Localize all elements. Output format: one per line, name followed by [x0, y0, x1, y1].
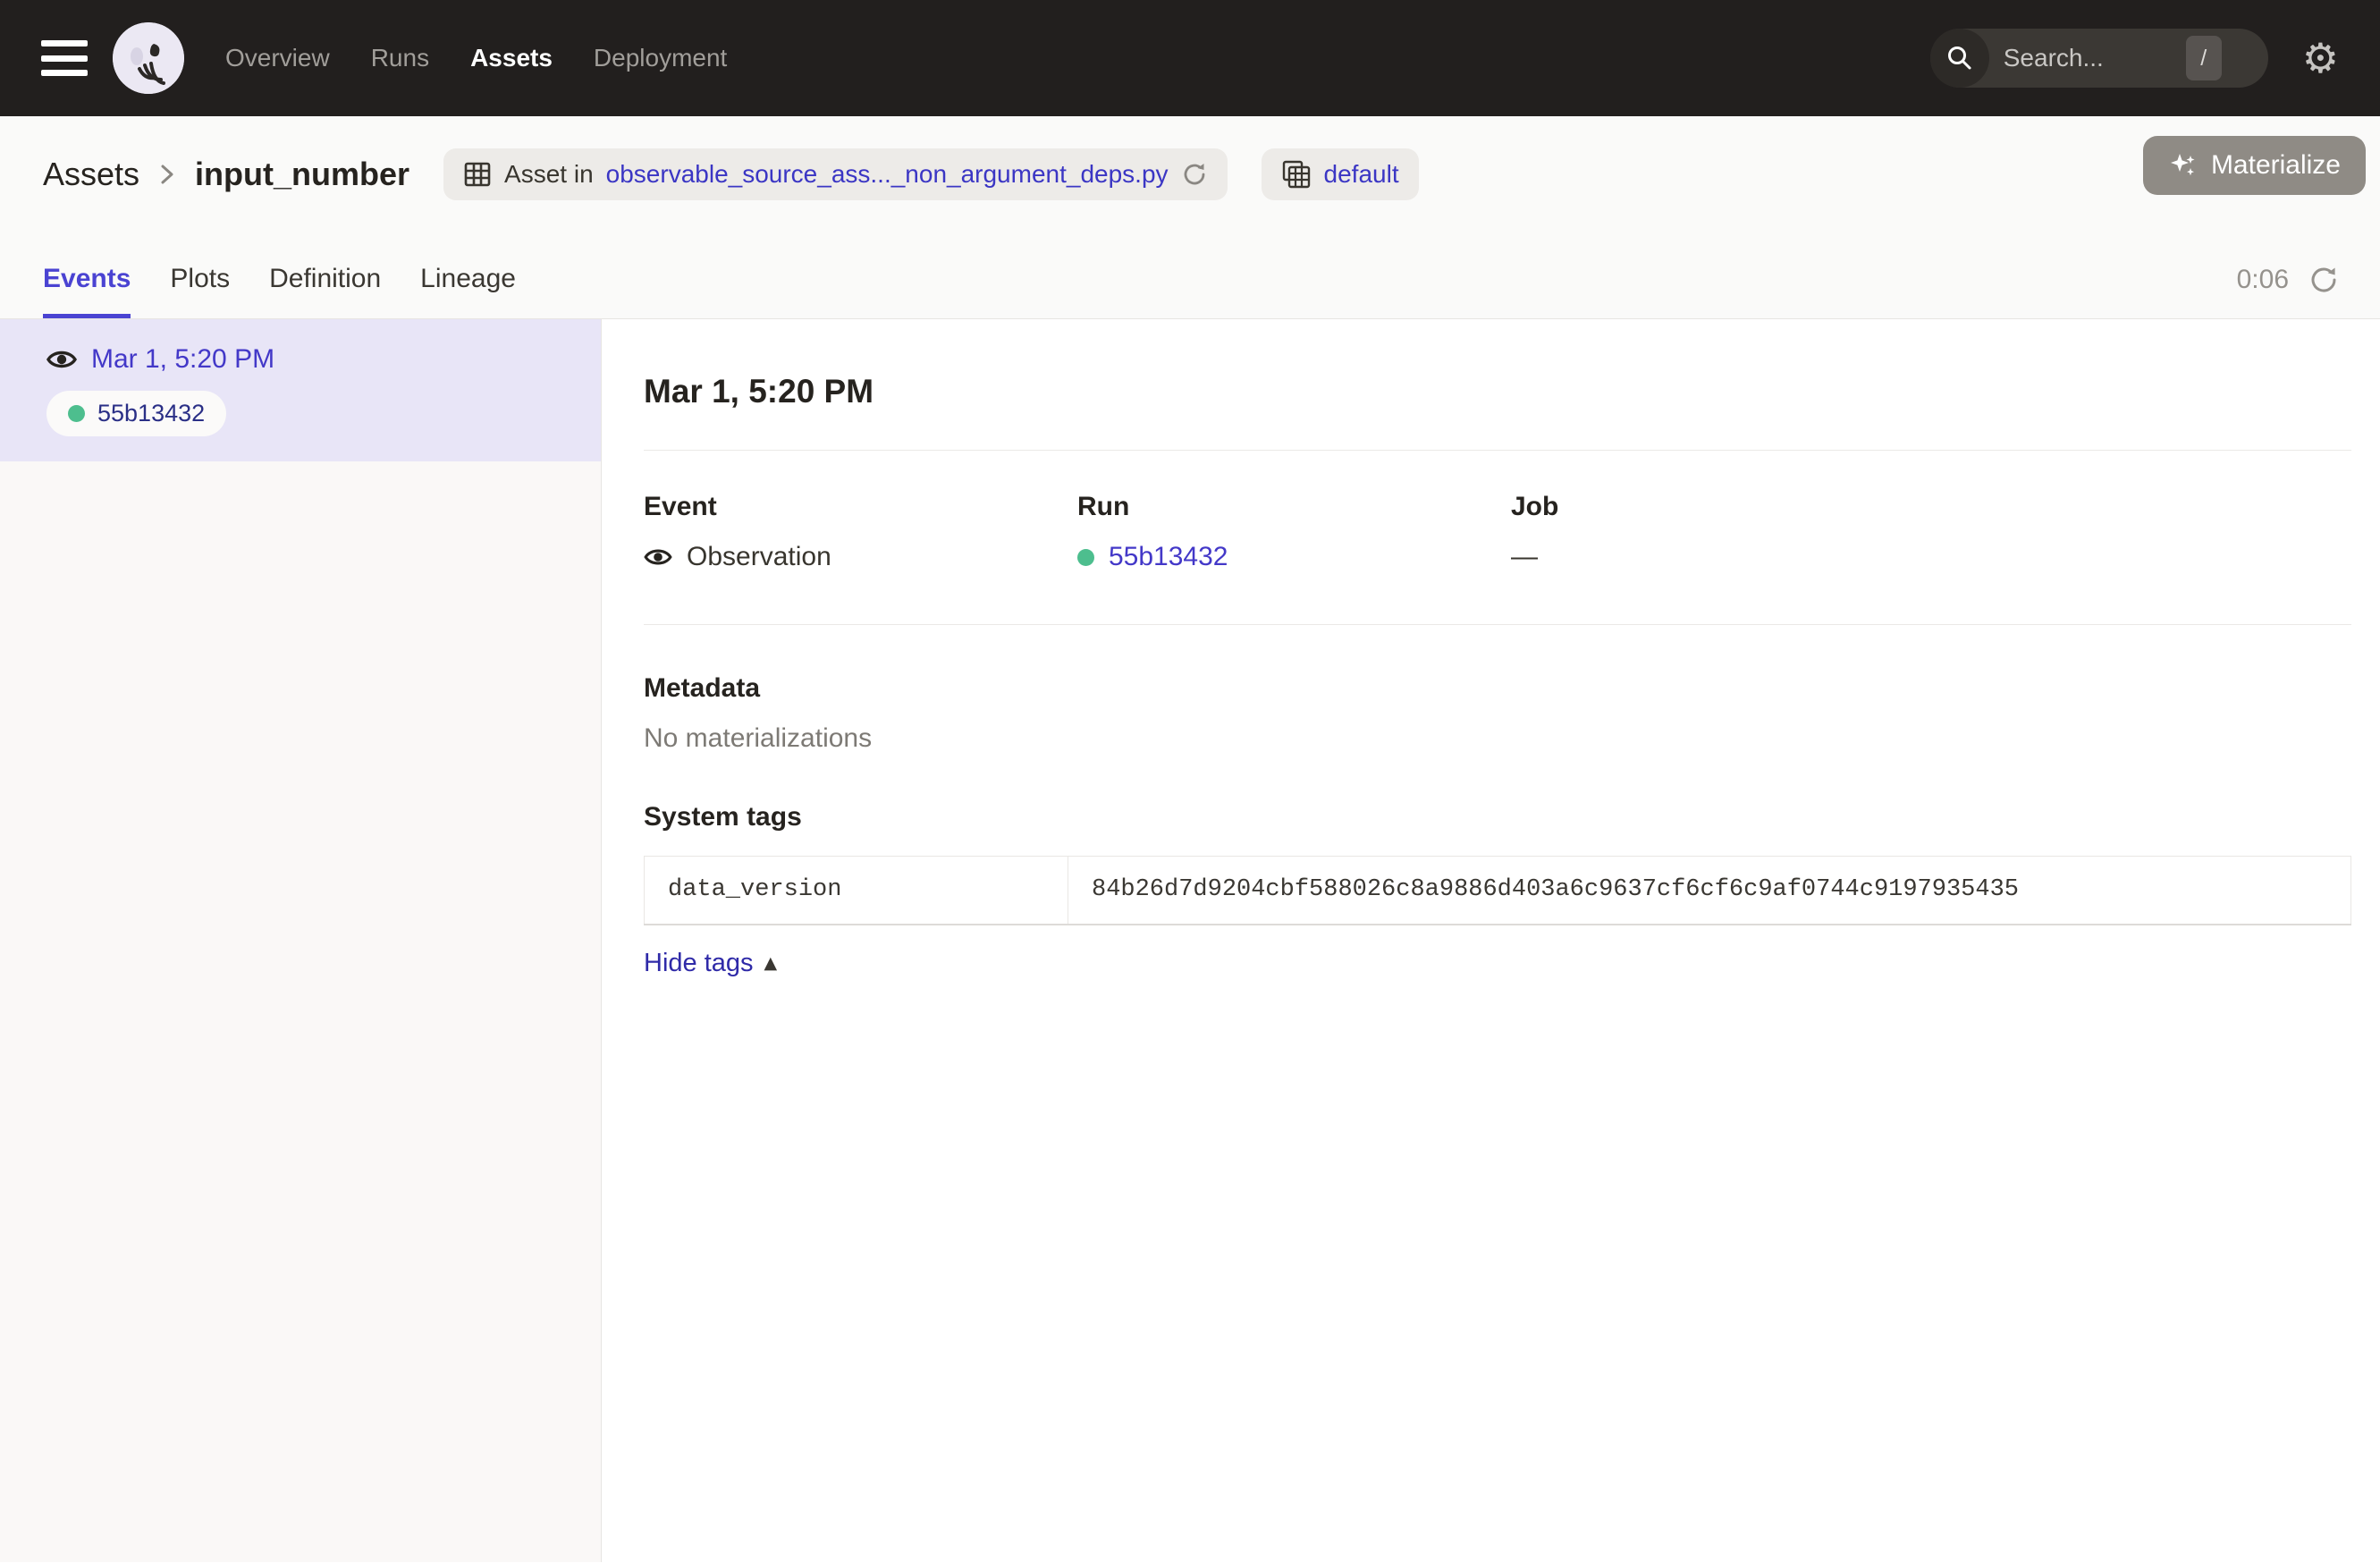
tab-lineage[interactable]: Lineage — [420, 264, 516, 318]
search-shortcut-key: / — [2186, 36, 2222, 80]
run-status-dot — [1077, 549, 1094, 566]
job-column-label: Job — [1511, 492, 1945, 522]
event-column-label: Event — [644, 492, 1077, 522]
asset-name: input_number — [195, 156, 409, 193]
asset-in-label: Asset in — [504, 160, 594, 189]
nav-item-overview[interactable]: Overview — [225, 44, 330, 72]
settings-gear-icon[interactable]: ⚙ — [2302, 38, 2339, 79]
top-nav: Overview Runs Assets Deployment / ⚙ — [0, 0, 2380, 116]
repo-location-badge: default — [1262, 148, 1419, 200]
tab-plots[interactable]: Plots — [170, 264, 230, 318]
nav-item-assets[interactable]: Assets — [470, 44, 553, 72]
hide-tags-label: Hide tags — [644, 949, 754, 978]
table-row: data_version 84b26d7d9204cbf588026c8a988… — [645, 857, 2351, 925]
reload-definition-icon[interactable] — [1181, 161, 1208, 188]
divider — [644, 624, 2351, 625]
asset-file-link[interactable]: observable_source_ass..._non_argument_de… — [606, 160, 1169, 189]
breadcrumb: Assets input_number Asset in observable_… — [43, 148, 2380, 200]
asset-tabs: Events Plots Definition Lineage 0:06 — [0, 264, 2380, 318]
event-detail-title: Mar 1, 5:20 PM — [644, 373, 2351, 410]
chevron-right-icon — [157, 161, 177, 188]
materialize-label: Materialize — [2211, 150, 2341, 181]
run-id-link[interactable]: 55b13432 — [1109, 542, 1228, 572]
materialize-button[interactable]: Materialize — [2143, 136, 2366, 195]
asset-header: Assets input_number Asset in observable_… — [0, 116, 2380, 319]
metadata-empty-text: No materializations — [644, 723, 2351, 754]
event-list-item[interactable]: Mar 1, 5:20 PM 55b13432 — [0, 319, 601, 461]
event-type-value: Observation — [687, 542, 831, 572]
search-input[interactable] — [2004, 44, 2200, 72]
divider — [644, 450, 2351, 451]
refresh-countdown: 0:06 — [2237, 265, 2289, 295]
primary-nav: Overview Runs Assets Deployment — [225, 44, 727, 72]
run-column-label: Run — [1077, 492, 1511, 522]
global-search[interactable]: / — [1930, 29, 2268, 88]
event-timestamp: Mar 1, 5:20 PM — [91, 344, 274, 375]
caret-up-icon: ▲ — [764, 953, 778, 973]
dagster-logo-icon[interactable] — [113, 22, 184, 94]
system-tags-table: data_version 84b26d7d9204cbf588026c8a988… — [644, 856, 2351, 925]
table-grid-icon — [463, 160, 492, 189]
tag-value-cell: 84b26d7d9204cbf588026c8a9886d403a6c9637c… — [1068, 857, 2351, 925]
nav-item-deployment[interactable]: Deployment — [594, 44, 727, 72]
eye-icon — [46, 348, 77, 371]
nav-item-runs[interactable]: Runs — [371, 44, 429, 72]
eye-icon — [644, 546, 672, 568]
run-id-chip[interactable]: 55b13432 — [46, 391, 226, 436]
asset-definition-badge: Asset in observable_source_ass..._non_ar… — [443, 148, 1227, 200]
event-detail-panel: Mar 1, 5:20 PM Event Observation Run 55b… — [602, 319, 2380, 1562]
hide-tags-toggle[interactable]: Hide tags ▲ — [644, 949, 777, 978]
sparkle-icon — [2168, 150, 2199, 181]
metadata-heading: Metadata — [644, 673, 2351, 704]
tag-key-cell: data_version — [645, 857, 1068, 925]
system-tags-heading: System tags — [644, 802, 2351, 832]
event-summary-grid: Event Observation Run 55b13432 Job — [644, 492, 2351, 572]
tab-definition[interactable]: Definition — [269, 264, 381, 318]
tab-events[interactable]: Events — [43, 264, 131, 318]
breadcrumb-assets-link[interactable]: Assets — [43, 156, 139, 193]
hamburger-menu-icon[interactable] — [41, 40, 88, 76]
refresh-icon[interactable] — [2308, 265, 2339, 295]
job-value: — — [1511, 542, 1538, 572]
workspace-copies-icon — [1281, 159, 1312, 190]
event-list-sidebar: Mar 1, 5:20 PM 55b13432 — [0, 319, 602, 1562]
run-id-label: 55b13432 — [97, 400, 205, 427]
run-status-dot — [68, 405, 85, 422]
search-icon — [1930, 29, 1989, 88]
repo-default-link[interactable]: default — [1324, 160, 1399, 189]
